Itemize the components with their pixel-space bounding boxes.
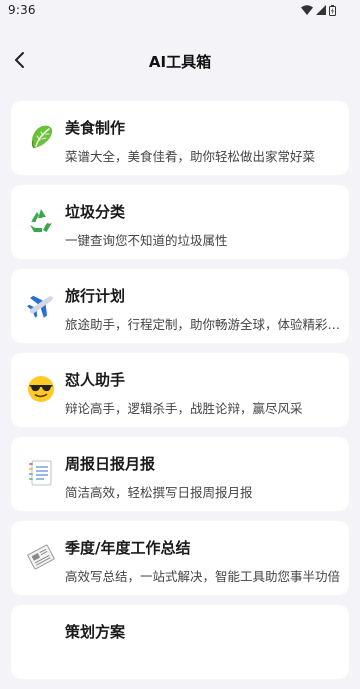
tool-card-plan[interactable]: 策划方案 xyxy=(11,605,349,679)
lettuce-icon xyxy=(25,121,57,153)
tool-title: 美食制作 xyxy=(65,119,126,137)
tool-card-travel[interactable]: 旅行计划 旅途助手，行程定制，助你畅游全球，体验精彩旅程 xyxy=(11,269,349,343)
airplane-icon xyxy=(25,289,57,321)
wifi-icon xyxy=(301,5,313,15)
report-document-icon xyxy=(25,457,57,489)
tool-title: 旅行计划 xyxy=(65,287,126,305)
tool-description: 高效写总结，一站式解决，智能工具助您事半功倍 xyxy=(65,569,341,584)
tool-description: 简洁高效，轻松撰写日报周报月报 xyxy=(65,485,253,500)
status-bar: 9:36 xyxy=(0,0,360,24)
tool-description: 旅途助手，行程定制，助你畅游全球，体验精彩旅程 xyxy=(65,317,343,332)
tool-card-roast[interactable]: 怼人助手 辩论高手，逻辑杀手，战胜论辩，赢尽风采 xyxy=(11,353,349,427)
tool-description: 菜谱大全，美食佳肴，助你轻松做出家常好菜 xyxy=(65,149,316,164)
recycle-icon xyxy=(25,205,57,237)
battery-icon xyxy=(329,4,336,16)
tool-title: 垃圾分类 xyxy=(65,203,126,221)
newspaper-icon xyxy=(25,541,57,573)
tool-title: 周报日报月报 xyxy=(65,455,156,473)
tool-description: 一键查询您不知道的垃圾属性 xyxy=(65,233,228,248)
app-header: AI工具箱 xyxy=(0,40,360,84)
status-time: 9:36 xyxy=(8,3,36,17)
tool-title: 季度/年度工作总结 xyxy=(65,539,191,557)
tool-description: 辩论高手，逻辑杀手，战胜论辩，赢尽风采 xyxy=(65,401,303,416)
tool-card-report[interactable]: 周报日报月报 简洁高效，轻松撰写日报周报月报 xyxy=(11,437,349,511)
page-title: AI工具箱 xyxy=(148,53,212,71)
tool-card-garbage[interactable]: 垃圾分类 一键查询您不知道的垃圾属性 xyxy=(11,185,349,259)
tool-card-summary[interactable]: 季度/年度工作总结 高效写总结，一站式解决，智能工具助您事半功倍 xyxy=(11,521,349,595)
status-icons xyxy=(301,4,336,16)
sunglasses-face-icon xyxy=(25,373,57,405)
tool-title: 怼人助手 xyxy=(65,371,126,389)
signal-icon xyxy=(316,5,326,15)
tool-title: 策划方案 xyxy=(65,623,126,641)
tool-list: 美食制作 菜谱大全，美食佳肴，助你轻松做出家常好菜 垃圾分类 一键查询您不知道的… xyxy=(11,101,349,689)
plan-icon xyxy=(25,625,57,657)
tool-card-food[interactable]: 美食制作 菜谱大全，美食佳肴，助你轻松做出家常好菜 xyxy=(11,101,349,175)
